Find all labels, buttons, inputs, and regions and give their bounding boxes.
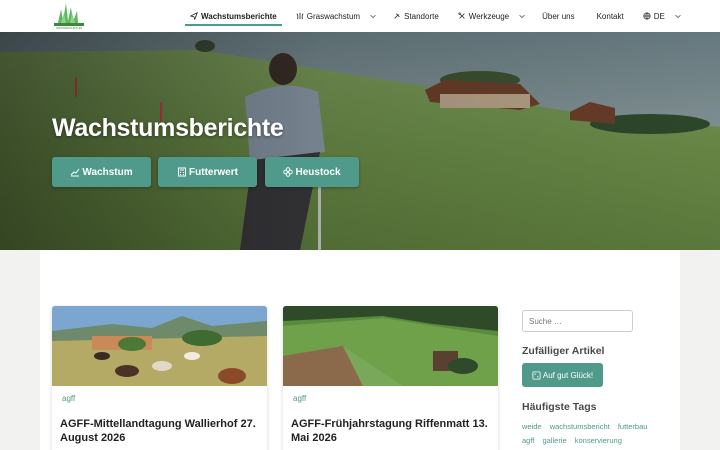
wachstum-button[interactable]: Wachstum	[52, 157, 151, 187]
site-logo[interactable]: GRASWACHSTUM	[52, 1, 86, 30]
site-header: GRASWACHSTUM Wachstumsberichte Graswachs…	[0, 0, 720, 32]
pin-icon	[394, 13, 400, 19]
nav-label: Werkzeuge	[468, 11, 510, 21]
search-input[interactable]	[522, 310, 633, 332]
nav-ueber-uns[interactable]: Über uns	[537, 6, 579, 26]
top-tags-heading: Häufigste Tags	[522, 401, 597, 413]
tag-link[interactable]: weide	[522, 422, 542, 431]
random-article-button[interactable]: Auf gut Glück!	[522, 363, 603, 387]
futterwert-button[interactable]: Futterwert	[158, 157, 257, 187]
tag-list: weide wachstumsbericht futterbau agff ga…	[522, 420, 662, 448]
nav-kontakt[interactable]: Kontakt	[592, 6, 629, 26]
hero-banner: Wachstumsberichte Wachstum Futterwert He…	[0, 32, 720, 250]
calculator-icon	[178, 167, 187, 177]
nav-graswachstum[interactable]: Graswachstum	[291, 6, 382, 26]
tag-link[interactable]: wachstumsbericht	[550, 422, 610, 431]
article-tag[interactable]: agff	[62, 394, 75, 403]
dice-icon	[532, 370, 541, 380]
nav-label: Wachstumsberichte	[201, 11, 277, 21]
send-icon	[190, 12, 198, 20]
button-label: Wachstum	[82, 166, 133, 178]
nav-werkzeuge[interactable]: Werkzeuge	[453, 6, 531, 26]
article-card[interactable]: agff AGFF-Frühjahrstagung Riffenmatt 13.…	[283, 306, 498, 450]
article-tag[interactable]: agff	[293, 394, 306, 403]
nav-wachstumsberichte[interactable]: Wachstumsberichte	[185, 6, 282, 26]
tag-link[interactable]: futterbau	[618, 422, 648, 431]
main-content: agff AGFF-Mittellandtagung Wallierhof 27…	[40, 250, 680, 450]
article-card[interactable]: agff AGFF-Mittellandtagung Wallierhof 27…	[52, 306, 267, 450]
nav-label: DE	[653, 11, 665, 21]
tag-link[interactable]: agff	[522, 436, 534, 445]
article-image	[52, 306, 267, 386]
article-title[interactable]: AGFF-Mittellandtagung Wallierhof 27. Aug…	[60, 417, 260, 445]
article-title[interactable]: AGFF-Frühjahrstagung Riffenmatt 13. Mai …	[291, 417, 491, 445]
article-image	[283, 306, 498, 386]
nav-label: Standorte	[404, 11, 439, 21]
tag-link[interactable]: konservierung	[575, 436, 622, 445]
nav-label: Über uns	[542, 11, 575, 21]
page-title: Wachstumsberichte	[52, 114, 284, 142]
main-nav: Wachstumsberichte Graswachstum Standorte…	[185, 0, 687, 32]
button-label: Auf gut Glück!	[542, 370, 594, 380]
language-switcher[interactable]: DE	[638, 6, 687, 26]
chart-line-icon	[71, 168, 80, 177]
nav-label: Graswachstum	[306, 11, 361, 21]
globe-icon	[643, 12, 651, 20]
nav-label: Kontakt	[596, 11, 624, 21]
tag-link[interactable]: gallerie	[542, 436, 566, 445]
svg-text:GRASWACHSTUM: GRASWACHSTUM	[56, 26, 83, 30]
flower-icon	[283, 167, 294, 177]
grass-icon	[296, 12, 304, 20]
tools-icon	[458, 12, 465, 19]
button-label: Heustock	[295, 166, 341, 178]
chevron-down-icon	[519, 14, 525, 19]
nav-standorte[interactable]: Standorte	[388, 6, 444, 26]
button-label: Futterwert	[189, 166, 238, 178]
chevron-down-icon	[675, 14, 681, 19]
random-article-heading: Zufälliger Artikel	[522, 345, 605, 357]
heustock-button[interactable]: Heustock	[265, 157, 359, 187]
chevron-down-icon	[370, 14, 376, 19]
